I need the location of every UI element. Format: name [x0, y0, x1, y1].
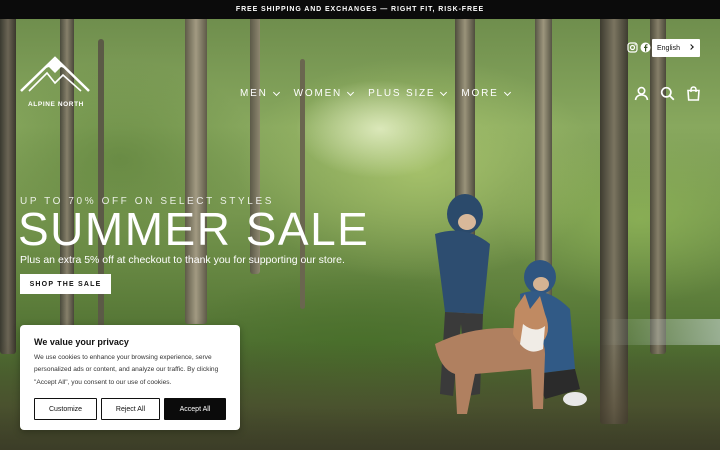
- cookie-body: We use cookies to enhance your browsing …: [34, 354, 219, 386]
- language-selector[interactable]: English: [652, 39, 700, 57]
- cart-icon[interactable]: [686, 86, 701, 101]
- nav-item-label: WOMEN: [293, 88, 343, 99]
- site-header: ALPINE NORTH MEN WOMEN PLUS SIZE MORE En…: [0, 19, 720, 129]
- nav-item-men[interactable]: MEN: [240, 88, 280, 99]
- brand-name[interactable]: ALPINE NORTH: [23, 101, 89, 108]
- nav-item-more[interactable]: MORE: [461, 88, 511, 99]
- search-icon[interactable]: [660, 86, 675, 101]
- hero-subline: Plus an extra 5% off at checkout to than…: [20, 254, 345, 266]
- nav-item-women[interactable]: WOMEN: [293, 88, 355, 99]
- announcement-text: FREE SHIPPING AND EXCHANGES — RIGHT FIT,…: [235, 6, 485, 13]
- shop-the-sale-button[interactable]: SHOP THE SALE: [20, 274, 111, 294]
- instagram-icon[interactable]: [627, 42, 638, 53]
- main-nav: MEN WOMEN PLUS SIZE MORE: [240, 88, 525, 99]
- cookie-title: We value your privacy: [34, 337, 129, 347]
- chevron-down-icon: [440, 88, 448, 96]
- cookie-banner: We value your privacy We use cookies to …: [20, 325, 240, 430]
- hero-headline: SUMMER SALE: [18, 203, 370, 255]
- chevron-down-icon: [347, 88, 355, 96]
- nav-item-plus-size[interactable]: PLUS SIZE: [368, 88, 448, 99]
- customize-button[interactable]: Customize: [34, 398, 97, 420]
- nav-item-label: MEN: [240, 88, 268, 99]
- hikers-and-dog-illustration: [435, 194, 587, 414]
- announcement-bar: FREE SHIPPING AND EXCHANGES — RIGHT FIT,…: [0, 0, 720, 19]
- chevron-down-icon: [503, 88, 511, 96]
- account-icon[interactable]: [634, 86, 649, 101]
- nav-item-label: PLUS SIZE: [368, 88, 436, 99]
- accept-all-button[interactable]: Accept All: [164, 398, 226, 420]
- language-label: English: [657, 44, 680, 52]
- facebook-icon[interactable]: [640, 42, 651, 53]
- chevron-right-icon: [688, 44, 694, 50]
- nav-item-label: MORE: [461, 88, 499, 99]
- chevron-down-icon: [272, 88, 280, 96]
- mountain-logo-icon[interactable]: [19, 55, 91, 93]
- reject-all-button[interactable]: Reject All: [101, 398, 160, 420]
